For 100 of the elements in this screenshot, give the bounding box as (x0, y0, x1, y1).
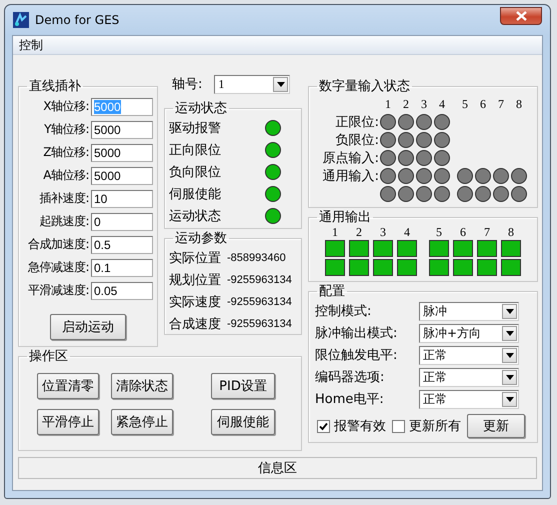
close-button[interactable] (500, 7, 542, 25)
config-label: 编码器选项: (315, 369, 384, 386)
dropdown-button[interactable] (502, 326, 517, 340)
output-indicator[interactable] (349, 259, 369, 276)
field-label: 合成加速度: (26, 236, 89, 253)
column-number: 8 (507, 225, 515, 240)
output-indicator[interactable] (477, 259, 497, 276)
axis-dropdown[interactable]: 1 (214, 74, 290, 94)
status-label: 伺服使能 (169, 186, 221, 203)
input-field[interactable]: 10 (91, 190, 153, 208)
input-field[interactable]: 0.1 (91, 258, 153, 276)
output-indicator[interactable] (373, 240, 393, 257)
input-label: 负限位: (334, 132, 379, 149)
action-button[interactable]: 伺服使能 (211, 409, 275, 435)
action-button[interactable]: 平滑停止 (37, 409, 99, 435)
column-number: 7 (483, 225, 491, 240)
config-label: Home电平: (315, 391, 384, 408)
group-title: 运动参数 (174, 230, 228, 247)
output-indicator[interactable] (429, 259, 449, 276)
config-dropdown[interactable]: 脉冲 (419, 302, 519, 320)
app-icon (13, 12, 29, 28)
output-indicator[interactable] (349, 240, 369, 257)
group-title: 直线插补 (28, 78, 82, 95)
caret-icon (506, 374, 514, 380)
status-label: 运动状态 (169, 208, 221, 225)
check-icon (318, 420, 329, 432)
config-label: 脉冲输出模式: (315, 325, 398, 342)
output-indicator[interactable] (453, 240, 473, 257)
output-indicator[interactable] (501, 259, 521, 276)
input-field[interactable]: 5000 (91, 144, 153, 162)
column-number: 6 (479, 96, 487, 112)
output-indicator[interactable] (501, 240, 521, 257)
input-label: 原点输入: (322, 150, 379, 167)
column-number: 5 (435, 225, 443, 240)
group-title: 通用输出 (318, 209, 372, 226)
param-value: -9255963134 (227, 296, 292, 308)
column-number: 3 (420, 96, 428, 112)
axis-label: 轴号: (172, 76, 202, 93)
dropdown-button[interactable] (502, 392, 517, 406)
input-label: 正限位: (334, 114, 379, 131)
column-number: 6 (459, 225, 467, 240)
dropdown-button[interactable] (273, 76, 288, 92)
column-number: 4 (403, 225, 411, 240)
action-button[interactable]: 清除状态 (111, 373, 173, 399)
input-label: 通用输入: (322, 168, 379, 185)
dropdown-button[interactable] (502, 370, 517, 384)
input-field[interactable]: 0.5 (91, 236, 153, 254)
input-field[interactable]: 0.05 (91, 282, 153, 300)
field-label: A轴位移: (42, 167, 89, 184)
output-indicator[interactable] (453, 259, 473, 276)
checkbox[interactable] (317, 420, 330, 432)
field-label: 平滑减速度: (26, 282, 89, 299)
window-title: Demo for GES (35, 13, 120, 27)
param-label: 实际速度 (169, 294, 221, 311)
caret-icon (506, 396, 514, 402)
config-dropdown[interactable]: 脉冲+方向 (419, 324, 519, 342)
param-label: 规划位置 (169, 272, 221, 289)
input-field[interactable]: 5000 (91, 166, 153, 184)
update-button[interactable]: 更新 (467, 414, 525, 438)
output-indicator[interactable] (325, 259, 345, 276)
checkbox-label: 报警有效 (334, 418, 386, 435)
caret-icon (276, 82, 285, 86)
output-indicator[interactable] (325, 240, 345, 257)
param-value: -858993460 (227, 252, 286, 264)
output-indicator[interactable] (373, 259, 393, 276)
config-dropdown[interactable]: 正常 (419, 346, 519, 364)
column-number: 1 (384, 96, 392, 112)
input-field[interactable]: 0 (91, 212, 153, 230)
action-button[interactable]: 紧急停止 (111, 409, 173, 435)
dropdown-button[interactable] (502, 348, 517, 362)
status-label: 驱动报警 (169, 120, 221, 137)
input-field[interactable]: 5000 (91, 120, 153, 138)
output-indicator[interactable] (477, 240, 497, 257)
config-dropdown[interactable]: 正常 (419, 368, 519, 386)
column-number: 8 (515, 96, 523, 112)
group-title: 配置 (318, 283, 346, 300)
column-number: 4 (438, 96, 446, 112)
output-indicator[interactable] (429, 240, 449, 257)
field-label: 起跳速度: (38, 213, 89, 230)
column-number: 1 (331, 225, 339, 240)
output-indicator[interactable] (397, 240, 417, 257)
dropdown-button[interactable] (502, 304, 517, 318)
param-value: -9255963134 (227, 274, 292, 286)
start-button[interactable]: 启动运动 (50, 314, 126, 340)
caret-icon (506, 330, 514, 336)
checkbox[interactable] (392, 420, 405, 432)
action-button[interactable]: 位置清零 (37, 373, 99, 399)
action-button[interactable]: PID设置 (211, 373, 275, 399)
output-indicator[interactable] (397, 259, 417, 276)
info-text: 信息区 (258, 460, 297, 477)
status-label: 负向限位 (169, 164, 221, 181)
column-number: 7 (497, 96, 505, 112)
field-label: X轴位移: (42, 98, 89, 115)
checkbox-label: 更新所有 (409, 418, 461, 435)
menu-item[interactable]: 控制 (17, 36, 45, 54)
config-label: 限位触发电平: (315, 347, 398, 364)
group-title: 操作区 (28, 348, 69, 365)
param-label: 合成速度 (169, 316, 221, 333)
config-dropdown[interactable]: 正常 (419, 390, 519, 408)
field-label: 急停减速度: (26, 259, 89, 276)
